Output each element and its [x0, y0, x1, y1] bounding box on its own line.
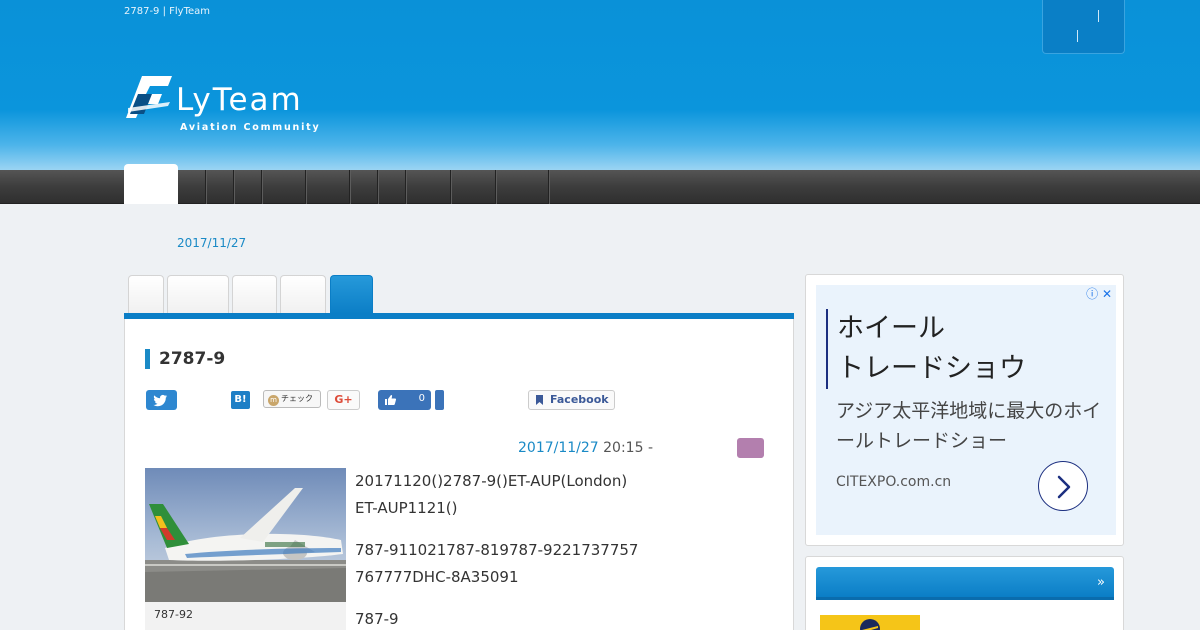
- article-panel: 2787-9 B! m チェック G+ 0 Facebook 2017/11/27…: [124, 319, 794, 630]
- sidebar-ad: ⓘ ✕ ホイール トレードショウ アジア太平洋地域に最大のホイールトレードショー…: [805, 274, 1124, 546]
- breadcrumb-date[interactable]: 2017/11/27: [177, 236, 246, 250]
- logo-subtitle: Aviation Community: [180, 122, 321, 133]
- login-box[interactable]: [1042, 0, 1125, 54]
- ad-headline-line: ホイール: [837, 313, 945, 344]
- mixi-check-label: チェック: [281, 394, 313, 403]
- paragraph: 787-9: [355, 610, 399, 628]
- facebook-like-button[interactable]: 0: [378, 390, 431, 410]
- nav-item-home[interactable]: [124, 164, 178, 204]
- nav-item[interactable]: [262, 170, 306, 204]
- paragraph: 787-911021787-819787-9221737757: [355, 541, 639, 559]
- article-photo[interactable]: [145, 468, 346, 602]
- login-separator: [1077, 30, 1078, 42]
- nav-item[interactable]: [306, 170, 350, 204]
- article-title: 2787-9: [145, 349, 225, 369]
- aircraft-photo: [145, 468, 346, 602]
- nav-item[interactable]: [350, 170, 378, 204]
- widget-thumbnail[interactable]: [820, 615, 920, 630]
- photo-caption: 787-92: [145, 602, 346, 630]
- tab[interactable]: [232, 275, 277, 314]
- facebook-share-mini[interactable]: [435, 390, 444, 410]
- nav-item[interactable]: [496, 170, 549, 204]
- nav-item[interactable]: [234, 170, 262, 204]
- tab[interactable]: [128, 275, 164, 314]
- mixi-check-button[interactable]: m チェック: [263, 390, 321, 408]
- login-separator: [1098, 10, 1099, 22]
- ad-creative[interactable]: ⓘ ✕ ホイール トレードショウ アジア太平洋地域に最大のホイールトレードショー…: [816, 285, 1116, 535]
- nav-item[interactable]: [206, 170, 234, 204]
- like-icon: [385, 395, 397, 405]
- ad-open-button[interactable]: [1038, 461, 1088, 511]
- twitter-share-button[interactable]: [146, 390, 177, 410]
- nav-item[interactable]: [178, 170, 206, 204]
- site-header: 2787-9 | FlyTeam LyTeam Aviation Communi…: [0, 0, 1200, 170]
- logo-mark-icon: [126, 76, 172, 118]
- ad-choices-close-icon[interactable]: ⓘ ✕: [1086, 285, 1112, 302]
- like-count: 0: [418, 393, 425, 404]
- tab[interactable]: [167, 275, 229, 314]
- paragraph: 767777DHC-8A35091: [355, 568, 519, 586]
- nav-item[interactable]: [451, 170, 496, 204]
- tab-active[interactable]: [330, 275, 373, 314]
- ad-url: CITEXPO.com.cn: [836, 474, 952, 490]
- ad-headline[interactable]: ホイール トレードショウ: [826, 309, 1026, 389]
- hatena-bookmark-button[interactable]: B!: [231, 391, 250, 409]
- facebook-save-button[interactable]: Facebook: [528, 390, 615, 410]
- airline-logo-icon: [860, 619, 880, 630]
- logo-text: LyTeam: [176, 82, 303, 118]
- sidebar-widget: »: [805, 556, 1124, 630]
- google-plus-button[interactable]: G+: [327, 390, 360, 410]
- article-meta: 2017/11/27 20:15 -: [518, 440, 653, 456]
- nav-item[interactable]: [378, 170, 406, 204]
- paragraph: 20171120()2787-9()ET-AUP(London): [355, 472, 628, 490]
- tab[interactable]: [280, 275, 326, 314]
- article-date[interactable]: 2017/11/27: [518, 440, 599, 456]
- twitter-icon: [153, 394, 168, 407]
- facebook-label: Facebook: [550, 393, 609, 406]
- global-nav: [0, 164, 1200, 204]
- article-time: 20:15 -: [598, 440, 654, 456]
- chevron-right-icon: [1057, 475, 1071, 499]
- bookmark-icon: [536, 395, 543, 405]
- nav-item[interactable]: [406, 170, 451, 204]
- site-title: 2787-9 | FlyTeam: [124, 6, 211, 17]
- ad-headline-line: トレードショウ: [837, 353, 1026, 384]
- flyteam-logo[interactable]: LyTeam Aviation Community: [124, 72, 374, 142]
- category-badge[interactable]: [737, 438, 764, 458]
- widget-header[interactable]: »: [816, 567, 1114, 600]
- ad-description: アジア太平洋地域に最大のホイールトレードショー: [836, 400, 1102, 452]
- more-link-icon[interactable]: »: [1097, 575, 1105, 590]
- mixi-icon: m: [268, 395, 279, 406]
- paragraph: ET-AUP1121(): [355, 499, 458, 517]
